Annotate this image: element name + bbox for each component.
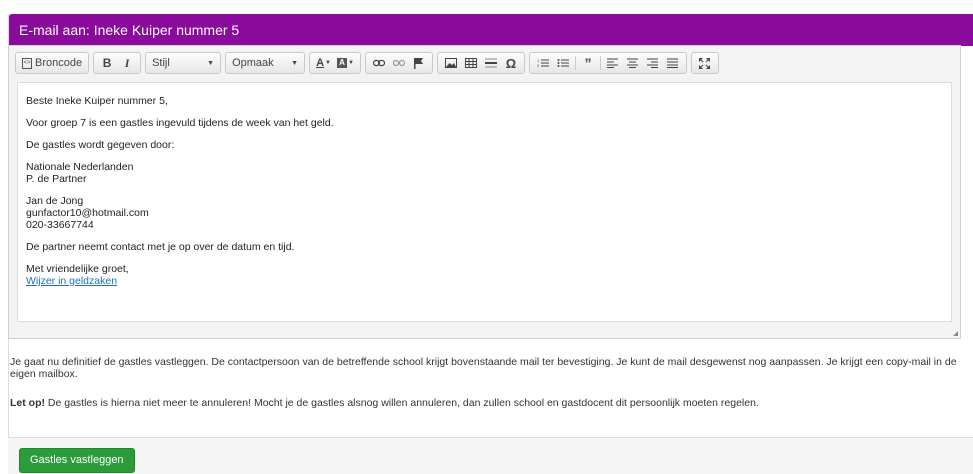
table-button[interactable] <box>461 53 481 73</box>
source-icon: <> <box>22 57 32 69</box>
warning-text: Let op! De gastles is hierna niet meer t… <box>10 397 965 409</box>
chevron-down-icon: ▼ <box>207 59 215 67</box>
email-greeting: Beste Ineke Kuiper nummer 5, <box>26 95 168 107</box>
contact-name: Jan de Jong <box>26 195 84 207</box>
warning-label: Let op! <box>10 397 45 409</box>
style-select[interactable]: Stijl ▼ <box>145 52 222 74</box>
format-select[interactable]: Opmaak ▼ <box>225 52 306 74</box>
panel-footer: Gastles vastleggen <box>8 437 973 474</box>
partner-name: P. de Partner <box>26 173 87 185</box>
color-group: A ▼ A ▼ <box>309 52 361 74</box>
table-icon <box>464 58 477 68</box>
resize-handle[interactable] <box>953 331 958 336</box>
chevron-down-icon: ▼ <box>291 59 299 67</box>
quote-icon: ” <box>584 55 592 71</box>
contact-email: gunfactor10@hotmail.com <box>26 207 149 219</box>
text-color-icon: A <box>316 57 325 69</box>
email-followup: De partner neemt contact met je op over … <box>26 241 295 253</box>
numbered-list-button[interactable]: 12 <box>533 53 553 73</box>
email-signoff: Met vriendelijke groet, Wijzer in geldza… <box>26 263 941 287</box>
horizontal-rule-button[interactable] <box>481 53 501 73</box>
align-left-button[interactable] <box>603 53 623 73</box>
omega-icon: Ω <box>505 55 517 71</box>
editor-toolbar: <> Broncode B I Stijl ▼ Opmaak ▼ A▼ A▼ <box>9 46 960 76</box>
email-body-editor[interactable]: Beste Ineke Kuiper nummer 5, Voor groep … <box>17 82 952 322</box>
warning-message: De gastles is hierna niet meer te annule… <box>45 397 759 409</box>
insert-group: Ω <box>436 52 525 74</box>
link-icon <box>372 59 385 67</box>
bold-button[interactable]: B <box>97 53 117 73</box>
info-text: Je gaat nu definitief de gastles vastleg… <box>10 356 957 380</box>
list-group: 12 ” <box>528 52 687 74</box>
text-style-group: B I <box>93 52 142 74</box>
svg-text:2: 2 <box>537 63 540 68</box>
maximize-button[interactable] <box>695 53 715 73</box>
align-right-button[interactable] <box>643 53 663 73</box>
submit-button[interactable]: Gastles vastleggen <box>19 448 135 473</box>
align-right-icon <box>647 58 659 68</box>
toolbar-separator <box>574 56 576 70</box>
align-center-button[interactable] <box>623 53 643 73</box>
email-contact: Jan de Jong gunfactor10@hotmail.com 020-… <box>26 195 941 231</box>
flag-icon <box>413 57 423 69</box>
unlink-button[interactable] <box>389 53 409 73</box>
align-left-icon <box>607 58 619 68</box>
special-char-button[interactable]: Ω <box>501 53 521 73</box>
email-intro: Voor groep 7 is een gastles ingevuld tij… <box>26 117 334 129</box>
align-justify-icon <box>667 58 679 68</box>
panel-title: E-mail aan: Ineke Kuiper nummer 5 <box>9 14 973 46</box>
anchor-button[interactable] <box>409 53 429 73</box>
org-name: Nationale Nederlanden <box>26 161 134 173</box>
toolbar-separator <box>599 56 601 70</box>
source-label: Broncode <box>35 57 83 69</box>
maximize-icon <box>699 57 711 69</box>
align-justify-button[interactable] <box>663 53 683 73</box>
rich-text-editor: <> Broncode B I Stijl ▼ Opmaak ▼ A▼ A▼ <box>8 45 961 339</box>
style-select-value: Stijl <box>152 57 170 69</box>
image-icon <box>444 58 457 68</box>
horizontal-rule-icon <box>484 58 497 68</box>
text-color-button[interactable]: A ▼ <box>313 53 334 73</box>
signature-link[interactable]: Wijzer in geldzaken <box>26 275 117 287</box>
email-closing: Met vriendelijke groet, <box>26 263 129 275</box>
bullet-list-icon <box>557 59 569 67</box>
source-group: <> Broncode <box>15 52 90 74</box>
numbered-list-icon: 12 <box>537 58 549 68</box>
background-color-icon: A <box>337 58 347 68</box>
align-center-icon <box>627 58 639 68</box>
image-button[interactable] <box>441 53 461 73</box>
email-organisation: Nationale Nederlanden P. de Partner <box>26 161 941 185</box>
italic-button[interactable]: I <box>117 53 137 73</box>
blockquote-button[interactable]: ” <box>578 53 598 73</box>
format-select-value: Opmaak <box>232 57 274 69</box>
source-button[interactable]: <> Broncode <box>19 53 85 73</box>
email-given-by: De gastles wordt gegeven door: <box>26 139 175 151</box>
maximize-group <box>690 52 719 74</box>
contact-phone: 020-33667744 <box>26 219 94 231</box>
background-color-button[interactable]: A ▼ <box>334 53 357 73</box>
link-group <box>364 52 433 74</box>
link-button[interactable] <box>369 53 389 73</box>
unlink-icon <box>392 59 405 67</box>
bullet-list-button[interactable] <box>553 53 573 73</box>
